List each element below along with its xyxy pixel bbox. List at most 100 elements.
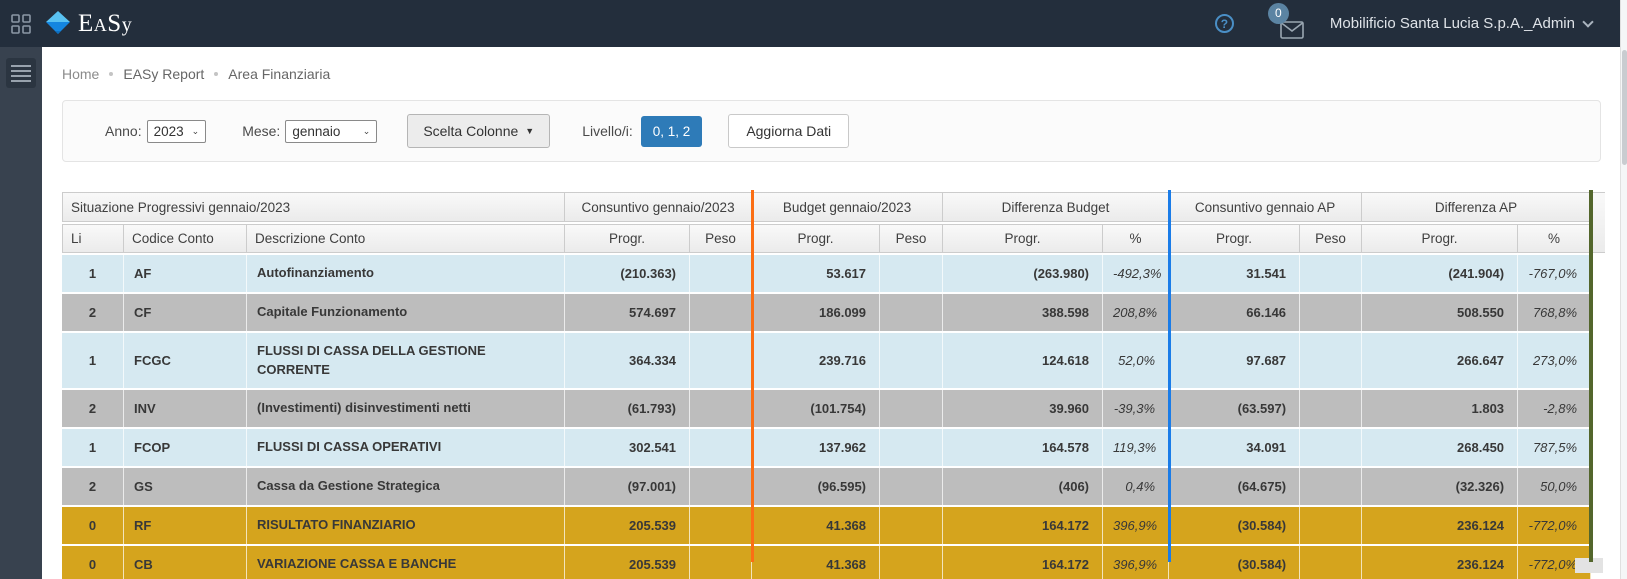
col-consuntivo-ap-peso: Peso (1300, 224, 1362, 253)
cell-codice-conto: RF (124, 507, 247, 544)
mese-select[interactable]: gennaio ⌄ (285, 120, 377, 143)
cell-descrizione-conto: Cassa da Gestione Strategica (247, 468, 565, 505)
help-icon[interactable]: ? (1215, 14, 1234, 33)
scelta-colonne-label: Scelta Colonne (423, 123, 518, 139)
table-row: 2INV(Investimenti) disinvestimenti netti… (62, 390, 1591, 427)
aggiorna-dati-button[interactable]: Aggiorna Dati (728, 114, 849, 148)
breadcrumb-easy-report[interactable]: EASy Report (123, 66, 204, 82)
table-right-edge-separator-line (1589, 190, 1593, 562)
cell-differenza-budget-pct: 396,9% (1103, 546, 1169, 579)
financial-report-table: Situazione Progressivi gennaio/2023 Cons… (62, 190, 1591, 579)
vertical-scrollbar-thumb[interactable] (1622, 50, 1627, 165)
cell-consuntivo-progr: 574.697 (565, 294, 690, 331)
col-budget-peso: Peso (880, 224, 943, 253)
col-consuntivo-ap-progr: Progr. (1169, 224, 1300, 253)
cell-consuntivo-peso (690, 294, 752, 331)
livello-label: Livello/i: (582, 123, 633, 139)
cell-consuntivo-ap-peso (1300, 429, 1362, 466)
group-situazione-progressivi: Situazione Progressivi gennaio/2023 (62, 192, 565, 222)
diamond-logo-icon (45, 10, 71, 38)
cell-budget-progr: 53.617 (752, 255, 880, 292)
table-row: 1FCGCFLUSSI DI CASSA DELLA GESTIONE CORR… (62, 333, 1591, 389)
breadcrumb-current-page: Area Finanziaria (228, 66, 330, 82)
col-descrizione-conto: Descrizione Conto (247, 224, 565, 253)
dropdown-caret-icon: ▼ (525, 126, 534, 136)
cell-differenza-ap-pct: -2,8% (1518, 390, 1591, 427)
group-consuntivo-ap: Consuntivo gennaio AP (1169, 192, 1362, 222)
vertical-scrollbar[interactable] (1620, 0, 1627, 579)
table-body: 1AFAutofinanziamento(210.363)53.617(263.… (62, 255, 1591, 579)
cell-livello: 2 (62, 294, 124, 331)
notifications-button[interactable]: 0 (1270, 7, 1304, 41)
cell-livello: 1 (62, 255, 124, 292)
cell-budget-peso (880, 507, 943, 544)
cell-differenza-budget-progr: 39.960 (943, 390, 1103, 427)
cell-descrizione-conto: Capitale Funzionamento (247, 294, 565, 331)
anno-label: Anno: (105, 123, 142, 139)
cell-budget-peso (880, 333, 943, 389)
cell-differenza-ap-progr: 266.647 (1362, 333, 1518, 389)
column-header-row: Li Codice Conto Descrizione Conto Progr.… (62, 224, 1591, 253)
cell-consuntivo-progr: 205.539 (565, 507, 690, 544)
cell-differenza-budget-pct: 208,8% (1103, 294, 1169, 331)
cell-differenza-budget-pct: 396,9% (1103, 507, 1169, 544)
col-consuntivo-peso: Peso (690, 224, 752, 253)
cell-budget-progr: 41.368 (752, 546, 880, 579)
easy-logo[interactable]: EASy (45, 10, 132, 38)
chevron-down-icon (1582, 16, 1593, 27)
cell-consuntivo-peso (690, 255, 752, 292)
apps-grid-icon[interactable] (11, 14, 31, 34)
group-differenza-ap: Differenza AP (1362, 192, 1591, 222)
cell-differenza-ap-progr: 236.124 (1362, 507, 1518, 544)
scelta-colonne-button[interactable]: Scelta Colonne ▼ (407, 114, 550, 148)
filter-panel: Anno: 2023 ⌄ Mese: gennaio ⌄ Scelta Colo… (62, 100, 1601, 162)
cell-livello: 0 (62, 546, 124, 579)
cell-codice-conto: CB (124, 546, 247, 579)
cell-consuntivo-progr: 302.541 (565, 429, 690, 466)
cell-budget-progr: 137.962 (752, 429, 880, 466)
cell-differenza-ap-pct: -767,0% (1518, 255, 1591, 292)
cell-consuntivo-ap-progr: (64.675) (1169, 468, 1300, 505)
breadcrumb: Home EASy Report Area Finanziaria (42, 47, 1620, 84)
group-consuntivo: Consuntivo gennaio/2023 (565, 192, 752, 222)
breadcrumb-home[interactable]: Home (62, 66, 99, 82)
col-consuntivo-progr: Progr. (565, 224, 690, 253)
hamburger-icon (11, 65, 31, 67)
brand-name: EASy (78, 10, 132, 38)
breadcrumb-separator (109, 72, 113, 76)
select-caret-icon: ⌄ (363, 126, 371, 137)
table-row: 0RFRISULTATO FINANZIARIO205.53941.368164… (62, 507, 1591, 544)
cell-consuntivo-progr: 205.539 (565, 546, 690, 579)
cell-differenza-ap-pct: 50,0% (1518, 468, 1591, 505)
cell-descrizione-conto: VARIAZIONE CASSA E BANCHE (247, 546, 565, 579)
clipped-next-column (1593, 192, 1605, 253)
cell-differenza-ap-progr: 508.550 (1362, 294, 1518, 331)
cell-budget-peso (880, 390, 943, 427)
cell-consuntivo-ap-peso (1300, 468, 1362, 505)
cell-differenza-ap-pct: 273,0% (1518, 333, 1591, 389)
top-navigation-bar: EASy ? 0 Mobilificio Santa Lucia S.p.A._… (0, 0, 1620, 47)
cell-budget-peso (880, 429, 943, 466)
budget-group-separator-line (751, 190, 754, 562)
cell-consuntivo-progr: (210.363) (565, 255, 690, 292)
anno-selected-value: 2023 (154, 124, 184, 139)
col-differenza-ap-progr: Progr. (1362, 224, 1518, 253)
cell-descrizione-conto: Autofinanziamento (247, 255, 565, 292)
cell-budget-peso (880, 255, 943, 292)
cell-differenza-budget-progr: 124.618 (943, 333, 1103, 389)
cell-budget-progr: 186.099 (752, 294, 880, 331)
cell-budget-peso (880, 468, 943, 505)
anno-select[interactable]: 2023 ⌄ (147, 120, 207, 143)
table-header: Situazione Progressivi gennaio/2023 Cons… (62, 192, 1591, 253)
cell-differenza-ap-progr: 268.450 (1362, 429, 1518, 466)
cell-budget-progr: (96.595) (752, 468, 880, 505)
user-account-menu[interactable]: Mobilificio Santa Lucia S.p.A._Admin (1330, 15, 1592, 32)
cell-codice-conto: INV (124, 390, 247, 427)
livello-button[interactable]: 0, 1, 2 (641, 116, 703, 147)
table-row: 1AFAutofinanziamento(210.363)53.617(263.… (62, 255, 1591, 292)
cell-differenza-ap-pct: 768,8% (1518, 294, 1591, 331)
cell-consuntivo-ap-progr: (30.584) (1169, 507, 1300, 544)
cell-codice-conto: CF (124, 294, 247, 331)
sidebar-menu-toggle[interactable] (6, 58, 36, 88)
cell-consuntivo-ap-peso (1300, 294, 1362, 331)
